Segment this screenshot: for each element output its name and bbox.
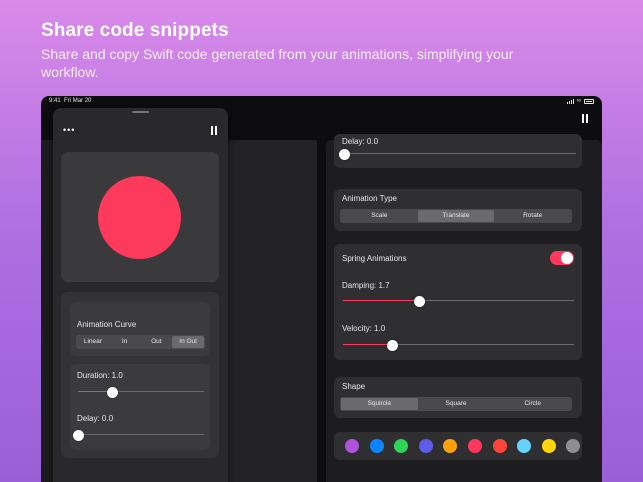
color-swatch-3[interactable] [394, 439, 409, 453]
color-swatch-8[interactable] [517, 439, 532, 453]
timing-card: Duration: 1.0 Delay: 0.0 [70, 364, 210, 450]
velocity-slider[interactable] [343, 340, 574, 351]
preview-background [228, 140, 317, 482]
shape-picker: Squircle Square Circle [340, 397, 572, 411]
delay-label: Delay: 0.0 [342, 137, 379, 146]
pause-icon[interactable] [582, 114, 589, 123]
segment-circle[interactable]: Circle [494, 398, 571, 410]
shape-label: Shape [342, 382, 366, 391]
ipad-screen: 9:41 Fri Mar 20 ∞ Delay: 0.0 Animation T… [41, 96, 602, 482]
segment-squircle[interactable]: Squircle [341, 398, 418, 410]
code-snippet-sheet: ••• Animation Curve Linear In Out In Out… [53, 108, 228, 482]
settings-panel: Delay: 0.0 Animation Type Scale Translat… [326, 134, 602, 482]
spring-toggle[interactable] [550, 251, 574, 265]
segment-in[interactable]: In [109, 336, 141, 348]
color-swatch-5[interactable] [443, 439, 458, 453]
slider-thumb[interactable] [73, 430, 84, 441]
animated-shape [98, 176, 181, 259]
segment-out[interactable]: Out [141, 336, 173, 348]
color-swatch-2[interactable] [369, 439, 384, 453]
sheet-grabber[interactable] [132, 111, 149, 113]
velocity-label: Velocity: 1.0 [342, 324, 386, 333]
animation-curve-label: Animation Curve [77, 320, 137, 329]
shape-card: Shape Squircle Square Circle [334, 377, 582, 418]
slider-thumb[interactable] [339, 149, 350, 160]
color-swatch-9[interactable] [541, 439, 556, 453]
battery-icon [584, 98, 594, 104]
animation-curve-card: Animation Curve Linear In Out In Out [70, 302, 210, 356]
cellular-icon [566, 98, 574, 104]
slider-thumb[interactable] [107, 387, 119, 398]
color-palette-card [334, 432, 582, 460]
animation-type-card: Animation Type Scale Translate Rotate [334, 189, 582, 231]
segment-linear[interactable]: Linear [77, 336, 109, 348]
segment-square[interactable]: Square [418, 398, 495, 410]
delay-slider[interactable] [339, 149, 576, 160]
status-bar: 9:41 Fri Mar 20 ∞ [41, 96, 602, 108]
animation-type-label: Animation Type [342, 194, 397, 203]
color-swatches [345, 439, 581, 453]
spring-card: Spring Animations Damping: 1.7 Velocity:… [334, 244, 582, 360]
wifi-icon: ∞ [576, 98, 581, 104]
controls-panel: Animation Curve Linear In Out In Out Dur… [61, 292, 219, 458]
animation-curve-picker: Linear In Out In Out [76, 335, 205, 349]
color-swatch-7[interactable] [492, 439, 507, 453]
spring-label: Spring Animations [342, 254, 407, 263]
slider-thumb[interactable] [414, 296, 426, 307]
damping-label: Damping: 1.7 [342, 281, 390, 290]
segment-translate[interactable]: Translate [417, 210, 495, 222]
more-icon[interactable]: ••• [63, 126, 75, 135]
damping-slider[interactable] [343, 296, 574, 307]
delay-label: Delay: 0.0 [77, 414, 114, 423]
duration-slider[interactable] [78, 387, 204, 398]
headline: Share code snippets [41, 20, 229, 41]
animation-type-picker: Scale Translate Rotate [340, 209, 572, 223]
segment-scale[interactable]: Scale [341, 210, 418, 222]
slider-thumb[interactable] [386, 340, 398, 351]
status-time: 9:41 Fri Mar 20 [49, 98, 92, 104]
color-swatch-1[interactable] [345, 439, 359, 453]
color-swatch-6[interactable] [467, 439, 482, 453]
subheadline: Share and copy Swift code generated from… [41, 46, 514, 80]
duration-label: Duration: 1.0 [77, 371, 123, 380]
delay-slider[interactable] [73, 430, 204, 441]
delay-card: Delay: 0.0 [334, 134, 582, 168]
segment-rotate[interactable]: Rotate [494, 210, 571, 222]
color-swatch-4[interactable] [418, 439, 433, 453]
segment-in-out[interactable]: In Out [172, 336, 204, 348]
color-swatch-10[interactable] [566, 439, 581, 453]
status-indicators: ∞ [566, 98, 594, 104]
animation-preview [61, 152, 219, 282]
pause-icon[interactable] [211, 126, 218, 135]
